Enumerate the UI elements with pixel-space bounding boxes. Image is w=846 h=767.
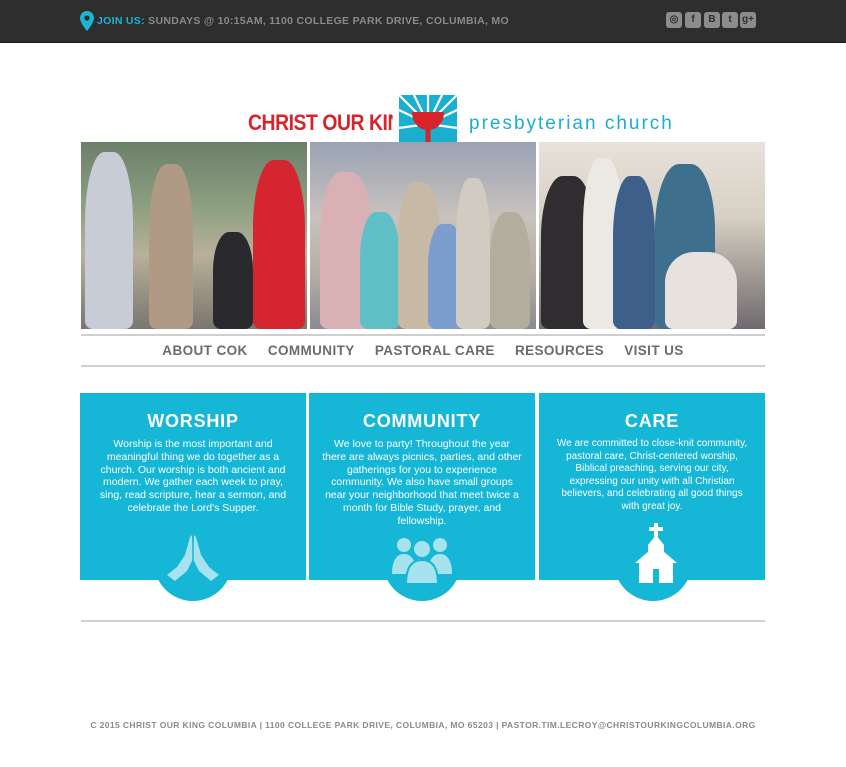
nav-top-rule [81, 334, 765, 336]
main-nav: ABOUT COK COMMUNITY PASTORAL CARE RESOUR… [81, 343, 765, 358]
blogger-icon[interactable]: B [704, 12, 720, 28]
footer-copyright: C 2015 CHRIST OUR KING COLUMBIA | 1100 C… [90, 720, 756, 730]
instagram-icon[interactable]: ◎ [666, 12, 682, 28]
worship-card-text: Worship is the most important and meanin… [99, 438, 287, 514]
twitter-icon[interactable]: t [722, 12, 738, 28]
photo-congregation-outdoors [81, 142, 307, 329]
care-card-text: We are committed to close-knit community… [556, 438, 748, 512]
church-icon [635, 523, 677, 583]
people-group-icon [392, 538, 452, 584]
photo-congregation-fellowship [539, 142, 765, 329]
nav-item-pastoral-care[interactable]: PASTORAL CARE [375, 343, 495, 358]
nav-item-resources[interactable]: RESOURCES [515, 343, 604, 358]
nav-item-about[interactable]: ABOUT COK [162, 343, 247, 358]
logo-presbyterian-church[interactable]: presbyterian church [469, 113, 674, 135]
praying-hands-icon [167, 535, 219, 581]
join-label: JOIN US: [97, 15, 145, 27]
logo-christ-our-king[interactable]: CHRIST OUR KING [248, 110, 416, 136]
top-bar: JOIN US: SUNDAYS @ 10:15AM, 1100 COLLEGE… [0, 0, 846, 43]
join-text: SUNDAYS @ 10:15AM, 1100 COLLEGE PARK DRI… [148, 15, 509, 27]
facebook-icon[interactable]: f [685, 12, 701, 28]
nav-bottom-rule [81, 365, 765, 367]
nav-item-visit-us[interactable]: VISIT US [624, 343, 683, 358]
nav-item-community[interactable]: COMMUNITY [268, 343, 355, 358]
care-card-title: CARE [624, 411, 680, 431]
community-card-title: COMMUNITY [362, 411, 482, 431]
photo-congregation-gathering [310, 142, 536, 329]
content-bottom-rule [81, 620, 765, 622]
worship-card-title: WORSHIP [147, 411, 239, 431]
google-plus-icon[interactable]: g+ [740, 12, 756, 28]
service-info: JOIN US: SUNDAYS @ 10:15AM, 1100 COLLEGE… [97, 15, 509, 27]
community-card-text: We love to party! Throughout the year th… [322, 438, 522, 527]
map-pin-icon [80, 11, 94, 31]
